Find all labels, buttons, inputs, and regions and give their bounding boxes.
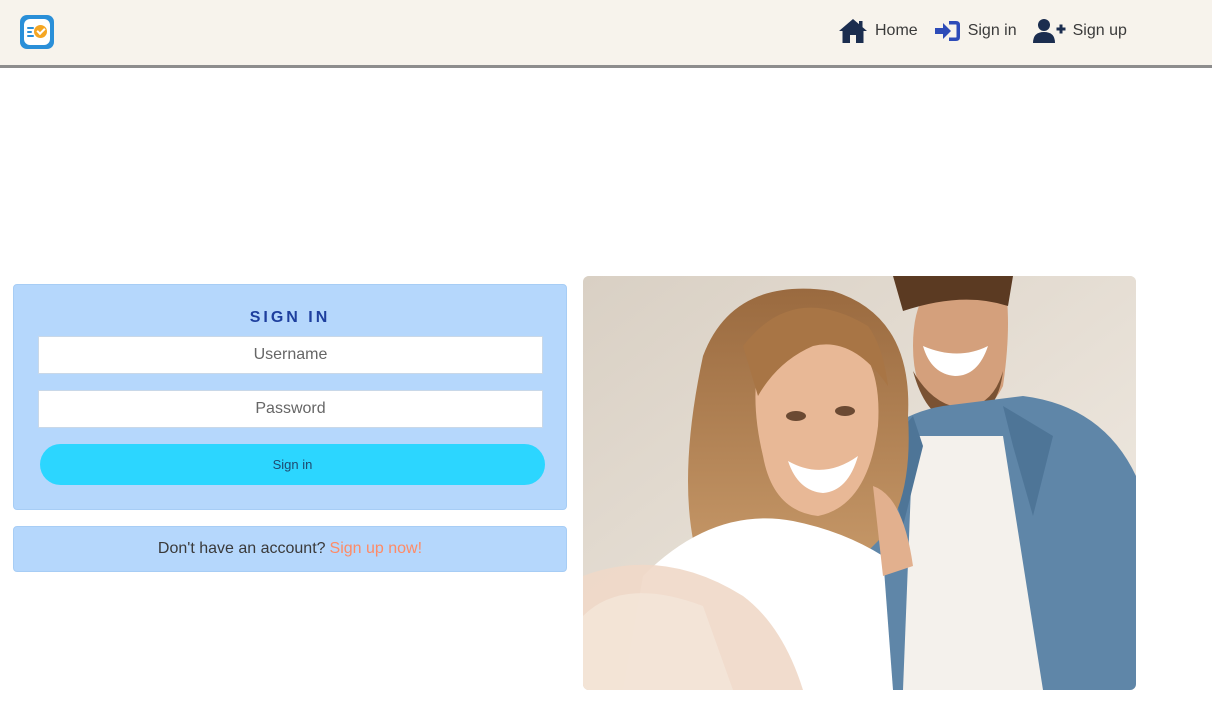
app-logo[interactable] — [20, 15, 54, 49]
home-icon — [839, 19, 867, 43]
top-navbar: Home Sign in Sign up — [0, 0, 1212, 68]
signin-title: SIGN IN — [249, 309, 331, 326]
sign-in-icon — [934, 21, 960, 41]
signup-now-link[interactable]: Sign up now! — [330, 540, 423, 558]
hero-photo — [583, 276, 1136, 690]
signup-prompt-card: Don't have an account? Sign up now! — [13, 526, 567, 572]
nav-links: Home Sign in Sign up — [838, 16, 1143, 46]
signup-prompt-text: Don't have an account? — [157, 540, 326, 557]
couple-selfie-image — [583, 276, 1136, 690]
nav-home-link[interactable]: Home — [838, 18, 918, 44]
nav-signin-link[interactable]: Sign in — [934, 19, 1017, 43]
logo-icon — [24, 19, 50, 45]
signin-button[interactable]: Sign in — [40, 444, 545, 485]
nav-signup-label: Sign up — [1072, 22, 1127, 39]
user-plus-icon — [1032, 19, 1066, 43]
password-input[interactable] — [38, 390, 543, 428]
nav-signin-label: Sign in — [967, 22, 1017, 39]
nav-home-label: Home — [875, 22, 918, 39]
nav-signup-link[interactable]: Sign up — [1032, 18, 1127, 44]
username-input[interactable] — [38, 336, 543, 374]
signin-card: SIGN IN Sign in — [13, 284, 567, 510]
